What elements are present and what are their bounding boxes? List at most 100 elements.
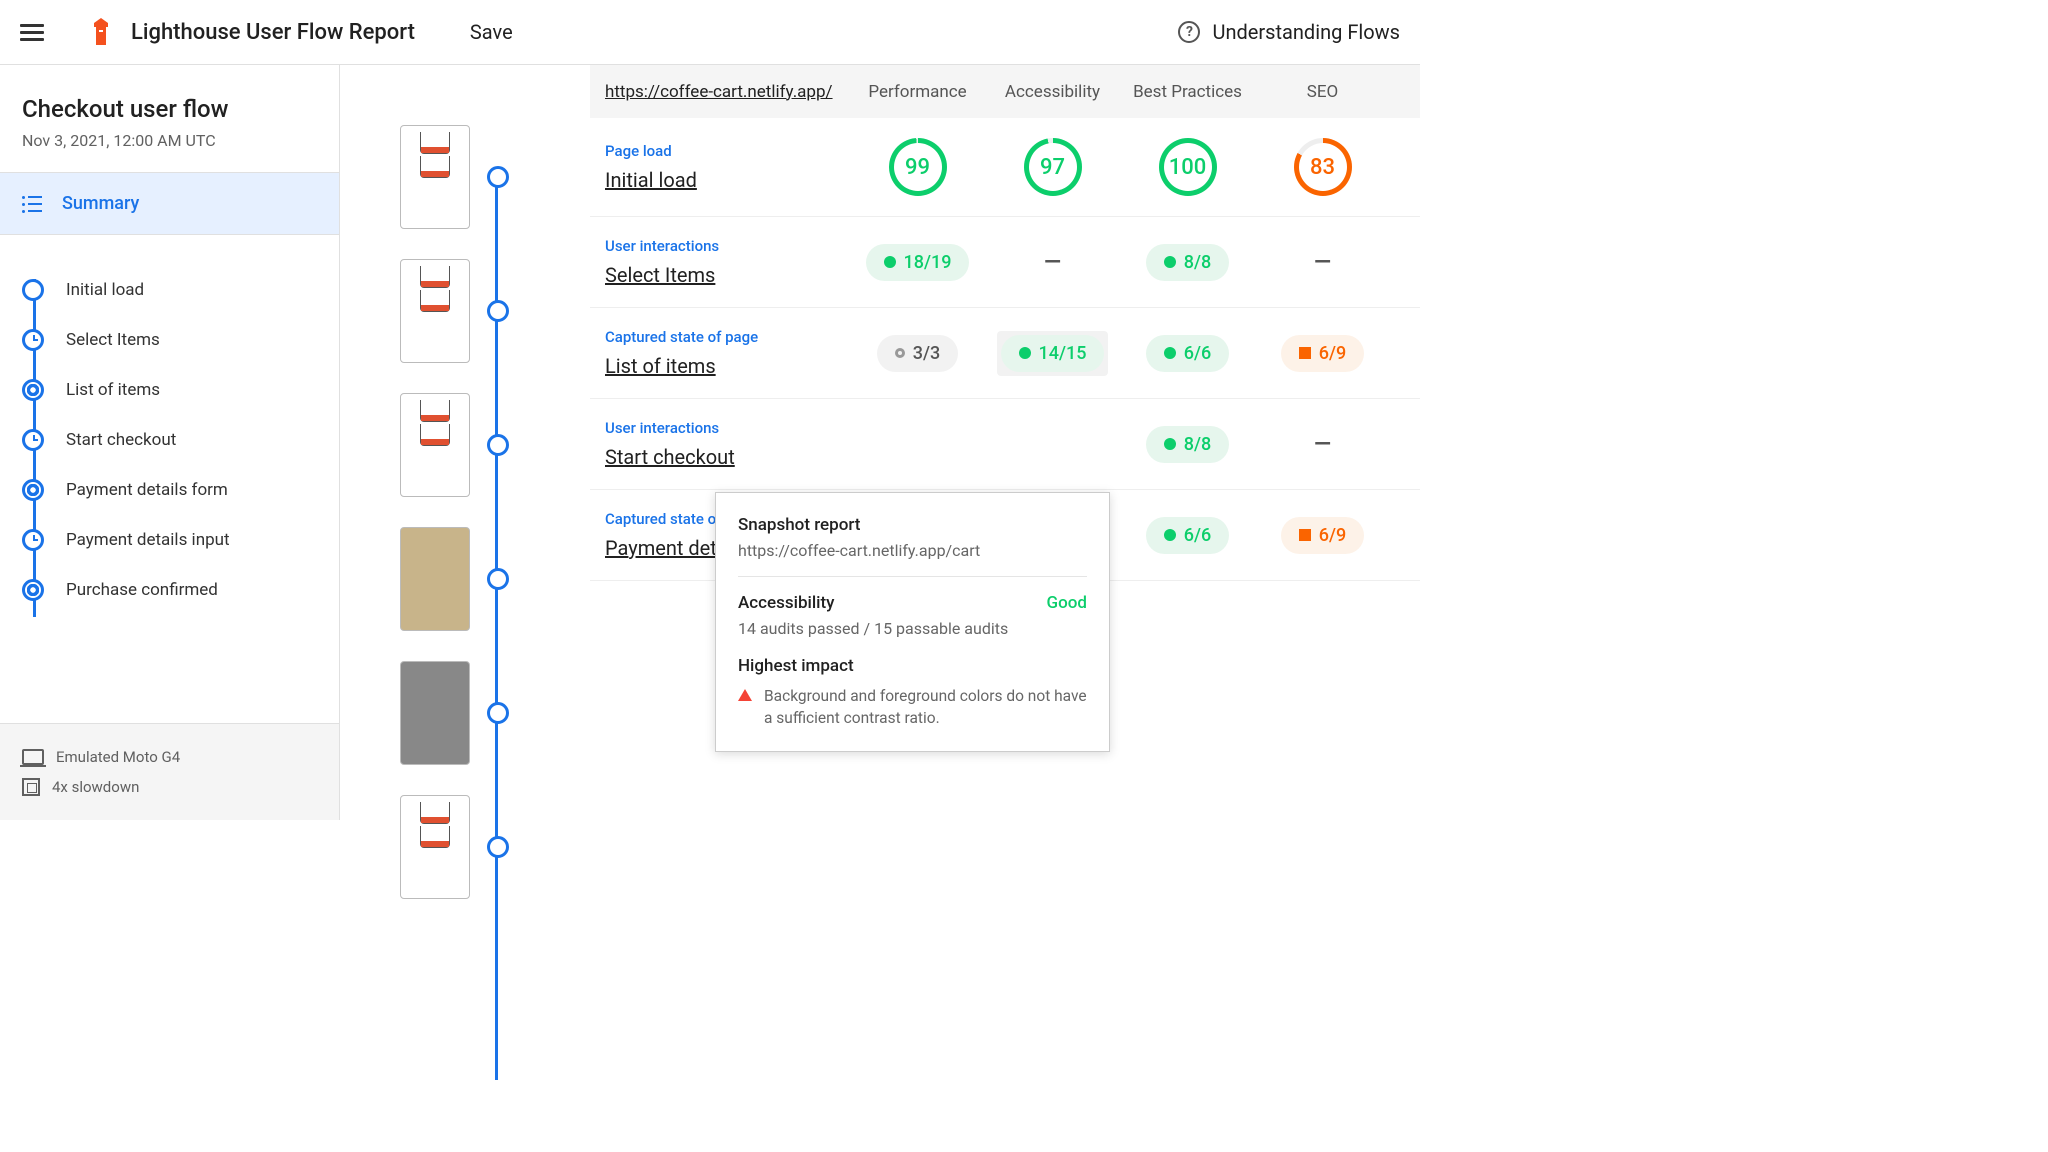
- timeline-item[interactable]: [340, 661, 590, 765]
- thumbnail: [400, 125, 470, 229]
- dash-icon: —: [1044, 250, 1061, 275]
- tooltip-rating: Good: [1047, 593, 1087, 613]
- device-icon: [22, 749, 44, 765]
- step-label: List of items: [66, 380, 160, 400]
- sidebar-step[interactable]: Start checkout: [22, 415, 317, 465]
- score-pill[interactable]: 6/9: [1281, 335, 1364, 372]
- sidebar: Checkout user flow Nov 3, 2021, 12:00 AM…: [0, 65, 340, 820]
- tooltip-category: Accessibility: [738, 593, 835, 613]
- seo-cell: —: [1255, 432, 1390, 457]
- row-title[interactable]: Initial load: [605, 168, 850, 192]
- save-button[interactable]: Save: [470, 20, 513, 44]
- perf-cell: 99: [850, 138, 985, 196]
- dot-icon: [884, 256, 896, 268]
- menu-icon[interactable]: [20, 20, 44, 45]
- bp-cell: 6/6: [1120, 517, 1255, 554]
- score-pill[interactable]: 3/3: [877, 335, 958, 372]
- help-icon: ?: [1178, 21, 1200, 43]
- report-row: Page load Initial load 99 97 100 83: [590, 118, 1420, 217]
- sidebar-step[interactable]: Payment details input: [22, 515, 317, 565]
- timeline-dot-icon: [487, 836, 509, 858]
- tooltip-title: Snapshot report: [738, 515, 1087, 535]
- timeline-item[interactable]: [340, 527, 590, 631]
- sidebar-summary[interactable]: Summary: [0, 172, 339, 235]
- seo-cell: 83: [1255, 138, 1390, 196]
- sidebar-step[interactable]: List of items: [22, 365, 317, 415]
- score-pill[interactable]: 6/6: [1146, 335, 1229, 372]
- score-pill[interactable]: 6/6: [1146, 517, 1229, 554]
- a11y-cell: 97: [985, 138, 1120, 196]
- timeline-dot-icon: [487, 702, 509, 724]
- dot-icon: [1164, 256, 1176, 268]
- flow-date: Nov 3, 2021, 12:00 AM UTC: [22, 131, 317, 150]
- seo-cell: 6/9: [1255, 517, 1390, 554]
- sidebar-step[interactable]: Initial load: [22, 265, 317, 315]
- dot-icon: [1164, 438, 1176, 450]
- timeline-dot-icon: [487, 166, 509, 188]
- tooltip-impact-label: Highest impact: [738, 656, 1087, 676]
- report-row: Captured state of page List of items 3/3…: [590, 308, 1420, 399]
- timeline-item[interactable]: [340, 125, 590, 229]
- app-title: Lighthouse User Flow Report: [131, 20, 415, 45]
- timeline-item[interactable]: [340, 393, 590, 497]
- score-pill[interactable]: 8/8: [1146, 426, 1229, 463]
- timeline: [340, 65, 590, 820]
- tooltip-url: https://coffee-cart.netlify.app/cart: [738, 541, 1087, 577]
- row-title[interactable]: Select Items: [605, 263, 850, 287]
- sidebar-steps: Initial load Select Items List of items Sta…: [0, 235, 339, 645]
- bp-cell: 100: [1120, 138, 1255, 196]
- thumbnail: [400, 795, 470, 899]
- timer-icon: [22, 529, 44, 551]
- score-gauge[interactable]: 99: [889, 138, 947, 196]
- step-label: Select Items: [66, 330, 160, 350]
- sidebar-step[interactable]: Purchase confirmed: [22, 565, 317, 615]
- help-label: Understanding Flows: [1212, 20, 1400, 44]
- score-pill[interactable]: 18/19: [866, 244, 970, 281]
- thumbnail: [400, 393, 470, 497]
- bp-cell: 8/8: [1120, 244, 1255, 281]
- sidebar-footer: Emulated Moto G4 4x slowdown: [0, 723, 339, 820]
- thumbnail: [400, 661, 470, 765]
- bp-header: Best Practices: [1120, 82, 1255, 102]
- url-header[interactable]: https://coffee-cart.netlify.app/: [605, 82, 850, 102]
- dot-icon: [1164, 529, 1176, 541]
- row-type: User interactions: [605, 237, 850, 255]
- timeline-item[interactable]: [340, 795, 590, 899]
- flow-title: Checkout user flow: [22, 95, 317, 123]
- dot-icon: [895, 348, 905, 358]
- throttle-label: 4x slowdown: [52, 778, 139, 796]
- step-label: Payment details form: [66, 480, 228, 500]
- seo-header: SEO: [1255, 82, 1390, 102]
- score-pill[interactable]: 8/8: [1146, 244, 1229, 281]
- score-gauge[interactable]: 97: [1024, 138, 1082, 196]
- app-header: Lighthouse User Flow Report Save ? Under…: [0, 0, 1420, 65]
- perf-cell: 18/19: [850, 244, 985, 281]
- aperture-icon: [22, 479, 44, 501]
- tooltip-card: Snapshot report https://coffee-cart.netl…: [715, 492, 1110, 752]
- score-pill[interactable]: 14/15: [1001, 335, 1105, 372]
- sidebar-step[interactable]: Payment details form: [22, 465, 317, 515]
- bp-cell: 6/6: [1120, 335, 1255, 372]
- report-row: User interactions Start checkout 8/8 —: [590, 399, 1420, 490]
- square-icon: [1299, 529, 1311, 541]
- summary-label: Summary: [62, 193, 139, 214]
- timeline-dot-icon: [487, 434, 509, 456]
- aperture-icon: [22, 379, 44, 401]
- report-row: User interactions Select Items 18/19 — 8…: [590, 217, 1420, 308]
- sidebar-step[interactable]: Select Items: [22, 315, 317, 365]
- row-type: Page load: [605, 142, 850, 160]
- help-link[interactable]: ? Understanding Flows: [1178, 20, 1400, 44]
- score-pill[interactable]: 6/9: [1281, 517, 1364, 554]
- timer-icon: [22, 429, 44, 451]
- score-gauge[interactable]: 100: [1159, 138, 1217, 196]
- perf-cell: 3/3: [850, 335, 985, 372]
- timeline-dot-icon: [487, 568, 509, 590]
- column-header: https://coffee-cart.netlify.app/ Perform…: [590, 65, 1420, 118]
- score-gauge[interactable]: 83: [1294, 138, 1352, 196]
- aperture-icon: [22, 579, 44, 601]
- row-title[interactable]: List of items: [605, 354, 850, 378]
- row-title[interactable]: Start checkout: [605, 445, 850, 469]
- circle-icon: [22, 279, 44, 301]
- timeline-item[interactable]: [340, 259, 590, 363]
- dash-icon: —: [1314, 250, 1331, 275]
